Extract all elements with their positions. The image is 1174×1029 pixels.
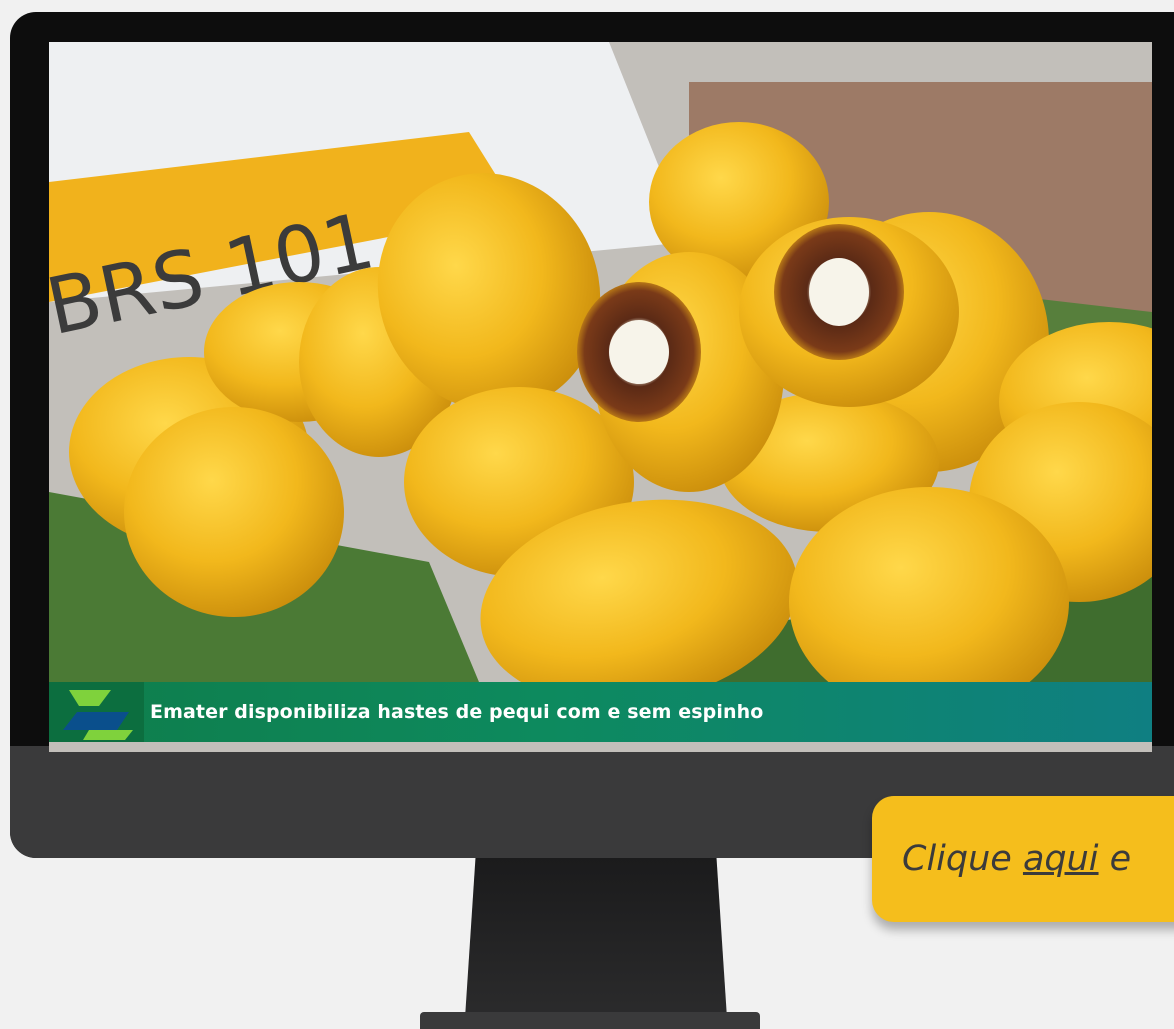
monitor-stand-base bbox=[420, 1012, 760, 1029]
monitor-stand-neck bbox=[465, 858, 727, 1018]
cta-text: Clique aqui e bbox=[902, 839, 1132, 879]
click-here-button[interactable]: Clique aqui e bbox=[872, 796, 1174, 922]
cta-link[interactable]: aqui bbox=[1023, 839, 1099, 879]
video-screen[interactable]: BRS 101 Emater disponibiliza hastes de p… bbox=[49, 42, 1152, 752]
news-lower-third: Emater disponibiliza hastes de pequi com… bbox=[49, 682, 1152, 742]
video-frame-image: BRS 101 bbox=[49, 42, 1152, 752]
news-headline: Emater disponibiliza hastes de pequi com… bbox=[150, 701, 764, 723]
channel-logo-icon bbox=[49, 682, 144, 742]
